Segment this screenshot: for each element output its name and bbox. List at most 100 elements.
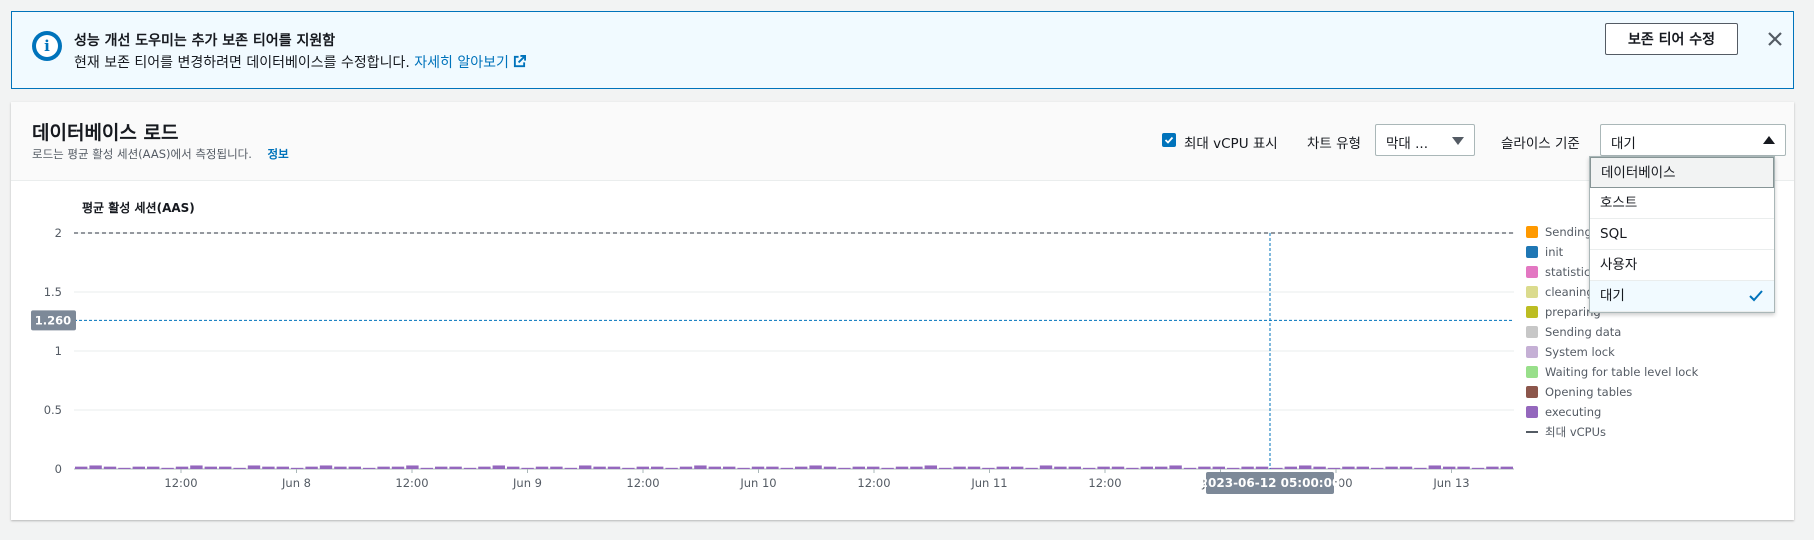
bar	[723, 466, 736, 469]
slice-option[interactable]: SQL	[1590, 219, 1774, 250]
bar	[1457, 466, 1470, 469]
bar	[1083, 467, 1096, 469]
legend-label: executing	[1545, 405, 1602, 419]
bar	[391, 466, 405, 469]
legend-label: Sending	[1545, 225, 1592, 239]
chart-title: 평균 활성 세션(AAS)	[82, 200, 195, 215]
slice-option[interactable]: 데이터베이스	[1590, 157, 1774, 188]
bar	[247, 465, 261, 469]
crosshair-y-value: 1.260	[35, 313, 71, 327]
bar	[1471, 467, 1485, 469]
bar	[1371, 467, 1384, 469]
bar	[1126, 467, 1139, 469]
slice-option[interactable]: 사용자	[1590, 250, 1774, 281]
legend-swatch	[1526, 246, 1538, 258]
slice-option-label: 대기	[1600, 288, 1625, 304]
bar	[665, 467, 678, 469]
bar	[996, 466, 1009, 469]
legend-item-max-vcpu[interactable]: 최대 vCPUs	[1526, 422, 1698, 442]
bar	[507, 466, 520, 469]
bar	[867, 466, 880, 469]
bar	[1140, 466, 1153, 469]
bar	[1399, 466, 1413, 469]
bar	[1011, 466, 1024, 469]
bar	[1212, 466, 1225, 469]
bar	[737, 467, 750, 469]
legend-label: Sending data	[1545, 325, 1622, 339]
bar	[895, 466, 909, 469]
legend-swatch	[1526, 406, 1538, 418]
bar	[838, 467, 851, 469]
slice-option-label: SQL	[1600, 226, 1627, 242]
bar	[780, 467, 793, 469]
crosshair-x-badge: 2023-06-12 05:00:00	[1200, 472, 1341, 494]
slice-by-dropdown: 데이터베이스호스트 SQL 사용자대기	[1589, 156, 1775, 313]
y-tick-label: 0	[55, 462, 62, 476]
bar	[463, 467, 477, 469]
bar	[1486, 466, 1499, 469]
bar	[1255, 466, 1269, 469]
x-tick-label: Jun 11	[970, 476, 1007, 490]
legend-swatch	[1526, 306, 1538, 318]
legend-item[interactable]: Opening tables	[1526, 382, 1698, 402]
bar	[319, 465, 333, 469]
bar	[535, 466, 549, 469]
bar	[1356, 466, 1369, 469]
bar	[1054, 466, 1067, 469]
bar	[708, 466, 721, 469]
bar	[651, 466, 664, 469]
bar	[449, 466, 462, 469]
legend-swatch	[1526, 386, 1538, 398]
legend-swatch	[1526, 366, 1538, 378]
x-tick-label: 12:00	[626, 476, 659, 490]
bar	[291, 467, 304, 469]
legend-label: 최대 vCPUs	[1545, 425, 1606, 439]
bar	[147, 466, 160, 469]
legend-swatch	[1526, 266, 1538, 278]
legend-item[interactable]: Waiting for table level lock	[1526, 362, 1698, 382]
bar	[1327, 467, 1341, 469]
x-tick-label: 12:00	[395, 476, 428, 490]
legend-label: Waiting for table level lock	[1545, 365, 1699, 379]
bar	[161, 467, 174, 469]
bar	[204, 466, 217, 469]
x-tick-label: Jun 10	[739, 476, 776, 490]
bar	[89, 465, 102, 469]
bar	[1068, 466, 1081, 469]
bar	[305, 466, 318, 469]
bar	[593, 466, 606, 469]
bar	[1183, 467, 1197, 469]
x-tick-label: Jun 8	[281, 476, 311, 490]
bar	[564, 467, 577, 469]
y-tick-label: 0.5	[44, 403, 62, 417]
checkmark-icon	[1749, 290, 1763, 302]
legend-item[interactable]: Sending data	[1526, 322, 1698, 342]
bar	[823, 466, 837, 469]
legend-item[interactable]: executing	[1526, 402, 1698, 422]
bar	[795, 466, 808, 469]
slice-option[interactable]: 대기	[1590, 281, 1774, 312]
bar	[262, 466, 275, 469]
legend-label: init	[1545, 245, 1564, 259]
y-tick-label: 2	[55, 226, 62, 240]
slice-option[interactable]: 호스트	[1590, 188, 1774, 219]
bar	[363, 467, 376, 469]
chart-grid	[74, 232, 1514, 470]
crosshair-x-value: 2023-06-12 05:00:00	[1200, 476, 1341, 490]
slice-option-label: 호스트	[1600, 195, 1638, 211]
bar	[881, 467, 894, 469]
legend-item[interactable]: System lock	[1526, 342, 1698, 362]
bar	[1313, 466, 1326, 469]
y-tick-label: 1.5	[44, 285, 62, 299]
legend-label: Opening tables	[1545, 385, 1633, 399]
bar	[1039, 465, 1053, 469]
bar	[175, 466, 189, 469]
bar	[132, 466, 145, 469]
bar	[1385, 466, 1398, 469]
legend-label: System lock	[1545, 345, 1615, 359]
bar	[1097, 466, 1110, 469]
bar	[190, 465, 203, 469]
x-tick-label: 12:00	[1088, 476, 1121, 490]
bar	[1198, 466, 1211, 469]
bar	[219, 466, 232, 469]
